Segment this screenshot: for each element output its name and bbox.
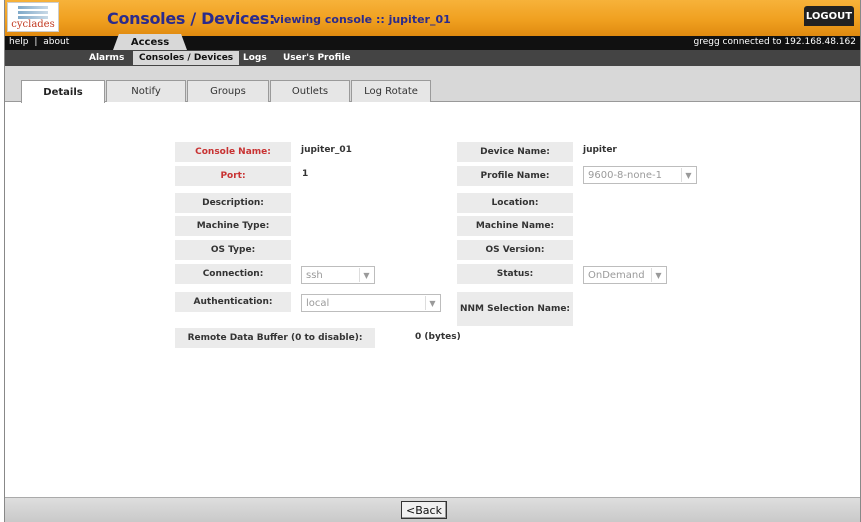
subnav-alarms[interactable]: Alarms xyxy=(83,51,130,65)
top-links: help | about xyxy=(9,37,69,47)
device-name-label: Device Name: xyxy=(457,142,573,162)
os-type-label: OS Type: xyxy=(175,240,291,260)
machine-type-label: Machine Type: xyxy=(175,216,291,236)
tab-outlets[interactable]: Outlets xyxy=(270,80,350,102)
chevron-down-icon: ▼ xyxy=(651,268,665,282)
connection-label: Connection: xyxy=(175,264,291,284)
about-link[interactable]: about xyxy=(43,37,69,47)
status-label: Status: xyxy=(457,264,573,284)
subnav-users-profile[interactable]: User's Profile xyxy=(277,51,357,65)
console-name-label: Console Name: xyxy=(175,142,291,162)
remote-data-buffer-value: 0 (bytes) xyxy=(415,332,461,342)
page-title: Consoles / Devices: xyxy=(107,9,276,28)
remote-data-buffer-label: Remote Data Buffer (0 to disable): xyxy=(175,328,375,348)
port-label: Port: xyxy=(175,166,291,186)
header-bar: cyclades Consoles / Devices: viewing con… xyxy=(5,0,860,36)
authentication-select[interactable]: local ▼ xyxy=(301,294,441,312)
tab-log-rotate[interactable]: Log Rotate xyxy=(351,80,431,102)
nnm-selection-name-label: NNM Selection Name: xyxy=(457,292,573,326)
help-link[interactable]: help xyxy=(9,37,28,47)
main-frame: cyclades Consoles / Devices: viewing con… xyxy=(4,0,861,522)
os-version-label: OS Version: xyxy=(457,240,573,260)
chevron-down-icon: ▼ xyxy=(425,296,439,310)
tab-notify[interactable]: Notify xyxy=(106,80,186,102)
location-label: Location: xyxy=(457,193,573,213)
page-subtitle: viewing console :: jupiter_01 xyxy=(273,13,451,26)
subnav-consoles-devices[interactable]: Consoles / Devices xyxy=(133,51,240,65)
description-label: Description: xyxy=(175,193,291,213)
connection-select[interactable]: ssh ▼ xyxy=(301,266,375,284)
tab-details[interactable]: Details xyxy=(21,80,105,103)
logo-bars-icon xyxy=(18,6,48,20)
profile-name-select[interactable]: 9600-8-none-1 ▼ xyxy=(583,166,697,184)
status-select-value: OnDemand xyxy=(588,269,645,281)
connection-select-value: ssh xyxy=(306,269,323,281)
profile-name-label: Profile Name: xyxy=(457,166,573,186)
chevron-down-icon: ▼ xyxy=(359,268,373,282)
authentication-label: Authentication: xyxy=(175,292,291,312)
cyclades-logo: cyclades xyxy=(7,2,59,32)
logout-button[interactable]: LOGOUT xyxy=(804,6,854,26)
console-name-value: jupiter_01 xyxy=(301,145,352,155)
top-nav: help | about Access gregg connected to 1… xyxy=(5,34,860,50)
back-button[interactable]: <Back xyxy=(401,501,447,519)
port-value: 1 xyxy=(302,169,309,179)
subnav-logs[interactable]: Logs xyxy=(237,51,273,65)
tabs-bar: Details Notify Groups Outlets Log Rotate xyxy=(5,66,860,103)
logo-text: cyclades xyxy=(11,19,55,30)
device-name-value: jupiter xyxy=(583,145,617,155)
sub-nav: Alarms Consoles / Devices Logs User's Pr… xyxy=(5,50,860,66)
tab-groups[interactable]: Groups xyxy=(187,80,269,102)
tab-access[interactable]: Access xyxy=(113,34,187,50)
profile-name-select-value: 9600-8-none-1 xyxy=(588,169,662,181)
authentication-select-value: local xyxy=(306,297,330,309)
machine-name-label: Machine Name: xyxy=(457,216,573,236)
footer-bar: <Back xyxy=(5,497,860,522)
connection-status: gregg connected to 192.168.48.162 xyxy=(693,37,857,47)
status-select[interactable]: OnDemand ▼ xyxy=(583,266,667,284)
link-separator: | xyxy=(34,37,38,47)
chevron-down-icon: ▼ xyxy=(681,168,695,182)
